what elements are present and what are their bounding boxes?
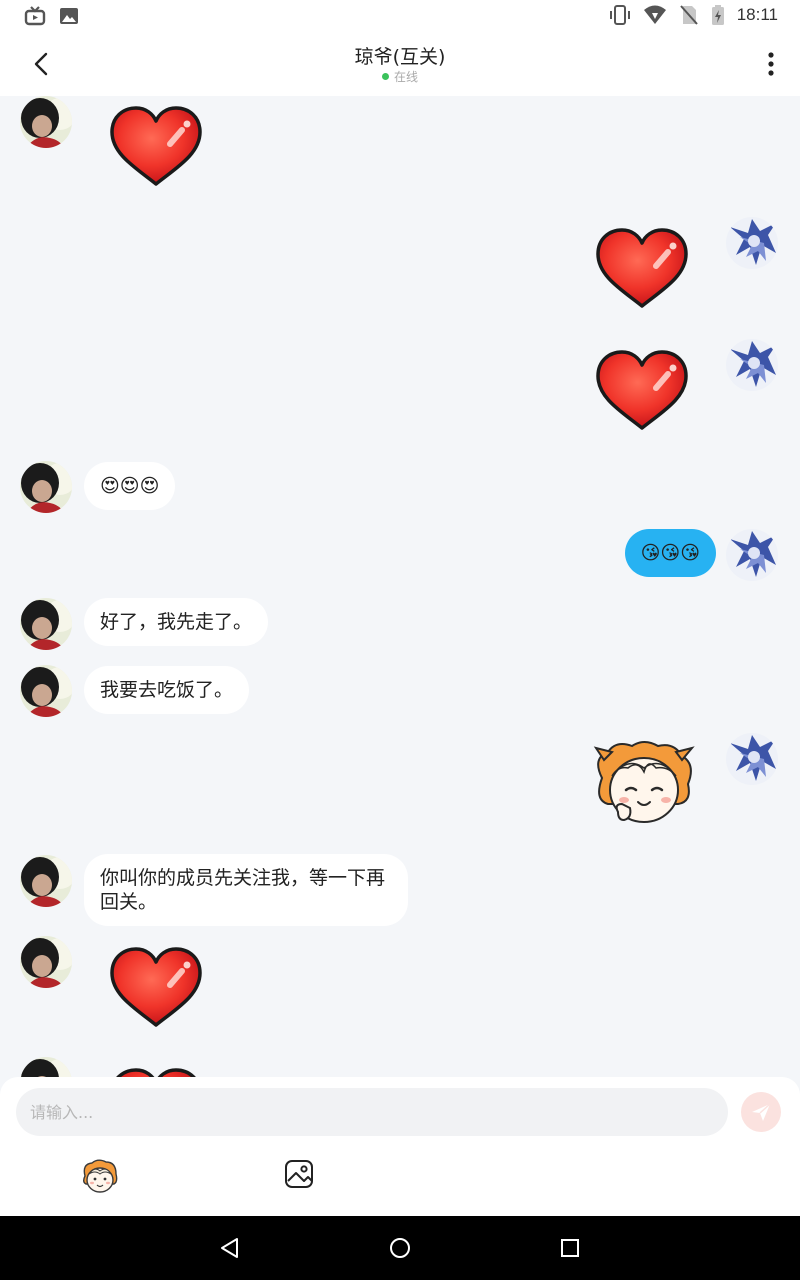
- message-bubble[interactable]: 😍😍😍: [84, 462, 176, 510]
- chat-header: 琼爷(互关) 在线: [0, 32, 800, 96]
- composer: [0, 1077, 800, 1216]
- online-status-label: 在线: [393, 70, 418, 84]
- chat-title: 琼爷(互关): [354, 46, 446, 68]
- no-sim-icon: [679, 5, 698, 25]
- nav-back-icon[interactable]: [218, 1236, 242, 1260]
- send-icon: [752, 1103, 771, 1121]
- battery-charging-icon: [711, 5, 724, 25]
- vibrate-icon: [609, 5, 630, 25]
- sticker-picker-icon[interactable]: [80, 1158, 120, 1194]
- more-options-icon[interactable]: [766, 50, 776, 78]
- image-picker-icon[interactable]: [284, 1159, 314, 1189]
- tv-icon: [24, 6, 46, 26]
- contact-avatar[interactable]: [20, 855, 72, 907]
- my-avatar[interactable]: [726, 529, 778, 581]
- heart-sticker[interactable]: [108, 1066, 204, 1077]
- my-avatar[interactable]: [726, 217, 778, 269]
- nav-recents-icon[interactable]: [558, 1236, 582, 1260]
- heart-sticker[interactable]: [594, 226, 690, 310]
- contact-avatar[interactable]: [20, 96, 72, 148]
- anime-girl-sticker[interactable]: [588, 738, 700, 830]
- status-bar-left: [24, 5, 80, 27]
- message-input[interactable]: [16, 1088, 728, 1136]
- message-bubble[interactable]: 你叫你的成员先关注我，等一下再回关。: [84, 854, 408, 926]
- my-avatar[interactable]: [726, 339, 778, 391]
- status-bar: 18:11: [0, 0, 800, 32]
- contact-avatar[interactable]: [20, 1057, 72, 1077]
- heart-sticker[interactable]: [108, 945, 204, 1029]
- status-time: 18:11: [736, 5, 778, 24]
- message-bubble[interactable]: 我要去吃饭了。: [84, 666, 250, 714]
- online-status: 在线: [0, 68, 800, 85]
- message-bubble[interactable]: 好了，我先走了。: [84, 598, 269, 646]
- message-list[interactable]: 😍😍😍 😘😘😘 好了，我先走了。 我要去吃饭了。 你叫你的成员先关注我，等一下再…: [0, 96, 800, 1077]
- my-avatar[interactable]: [726, 733, 778, 785]
- heart-sticker[interactable]: [594, 348, 690, 432]
- status-bar-right: 18:11: [609, 4, 778, 26]
- system-nav-bar: [0, 1216, 800, 1280]
- send-button[interactable]: [741, 1092, 781, 1132]
- nav-home-icon[interactable]: [388, 1236, 412, 1260]
- contact-avatar[interactable]: [20, 461, 72, 513]
- contact-avatar[interactable]: [20, 598, 72, 650]
- contact-avatar[interactable]: [20, 936, 72, 988]
- image-icon: [60, 8, 78, 24]
- wifi-icon: [643, 5, 666, 24]
- heart-sticker[interactable]: [108, 104, 204, 188]
- online-dot-icon: [381, 73, 389, 80]
- message-bubble[interactable]: 😘😘😘: [624, 529, 716, 577]
- contact-avatar[interactable]: [20, 665, 72, 717]
